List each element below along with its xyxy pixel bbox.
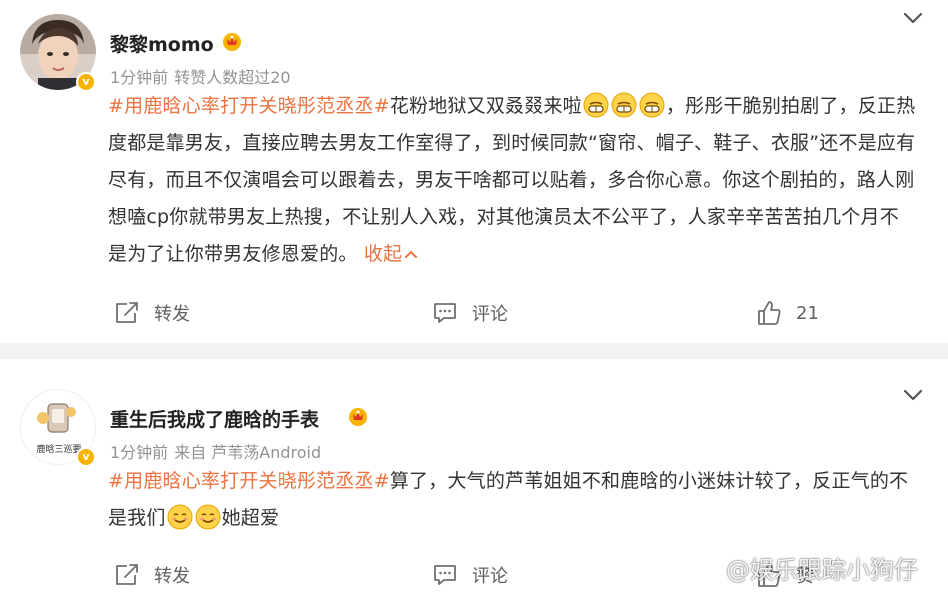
post-meta: 1分钟前 转赞人数超过20 xyxy=(110,64,291,88)
username[interactable]: 黎黎momo xyxy=(110,30,214,57)
comment-icon xyxy=(434,565,456,585)
post-meta: 1分钟前 来自 芦苇荡Android xyxy=(110,439,321,463)
post-body: #用鹿晗心率打开关晓彤范丞丞#花粉地狱又双叒叕来啦 ，彤彤干脆别拍剧了，反正热度都… xyxy=(108,88,918,273)
post-source: 来自 芦苇荡Android xyxy=(174,443,322,462)
avatar-caption: 鹿晗三巡要 xyxy=(36,443,81,455)
post-text: 花粉地狱又双叒叕来啦 xyxy=(389,95,582,117)
like-button[interactable]: 21 xyxy=(756,300,819,326)
chevron-down-icon[interactable] xyxy=(902,388,924,402)
post-time: 1分钟前 xyxy=(110,68,169,87)
repost-button[interactable]: 转发 xyxy=(114,562,190,588)
grin-emoji-icon xyxy=(639,92,665,118)
post-text-continued: 她超爱 xyxy=(221,507,280,529)
hashtag-link[interactable]: #用鹿晗心率打开关晓彤范丞丞# xyxy=(108,470,390,492)
post-body: #用鹿晗心率打开关晓彤范丞丞#算了，大气的芦苇姐姐不和鹿晗的小迷妹计较了，反正气… xyxy=(108,463,918,537)
repost-icon xyxy=(116,302,138,323)
smile-emoji-icon xyxy=(195,504,221,530)
post-card: v 黎黎momo 1分钟前 转赞人数超过20 #用鹿晗心率打开关晓彤范丞丞#花粉地… xyxy=(0,0,948,343)
member-crown-icon xyxy=(349,408,367,426)
repost-label: 转发 xyxy=(154,304,190,325)
collapse-button[interactable]: 收起 xyxy=(364,243,418,265)
watermark-logo-icon xyxy=(702,562,720,579)
grin-emoji-icon xyxy=(583,92,609,118)
username[interactable]: 重生后我成了鹿晗的手表 xyxy=(110,405,319,432)
repost-button[interactable]: 转发 xyxy=(114,300,190,326)
repost-icon xyxy=(116,564,138,585)
chevron-up-icon xyxy=(405,250,418,258)
post-separator xyxy=(0,343,948,359)
hashtag-link[interactable]: #用鹿晗心率打开关晓彤范丞丞# xyxy=(108,95,390,117)
collapse-label: 收起 xyxy=(363,243,403,265)
post-text-continued: ，彤彤干脆别拍剧了，反正热度都是靠男友，直接应聘去男友工作室得了，到时候同款“窗… xyxy=(108,95,916,265)
repost-label: 转发 xyxy=(154,566,190,587)
comment-button[interactable]: 评论 xyxy=(432,300,508,326)
watermark: @娱乐跟踪小狗仔 xyxy=(700,550,918,585)
member-crown-icon xyxy=(223,33,241,51)
comment-label: 评论 xyxy=(472,304,508,325)
comment-icon xyxy=(434,303,456,323)
comment-button[interactable]: 评论 xyxy=(432,562,508,588)
post-time: 1分钟前 xyxy=(110,443,169,462)
repost-note: 转赞人数超过20 xyxy=(174,68,291,87)
watermark-text: @娱乐跟踪小狗仔 xyxy=(726,556,918,584)
smile-emoji-icon xyxy=(167,504,193,530)
verified-badge-icon: v xyxy=(76,72,96,92)
comment-label: 评论 xyxy=(472,566,508,587)
thumbs-up-icon xyxy=(758,301,781,325)
verified-badge-icon: v xyxy=(76,447,96,467)
chevron-down-icon[interactable] xyxy=(902,11,924,25)
grin-emoji-icon xyxy=(611,92,637,118)
like-count: 21 xyxy=(796,302,819,324)
